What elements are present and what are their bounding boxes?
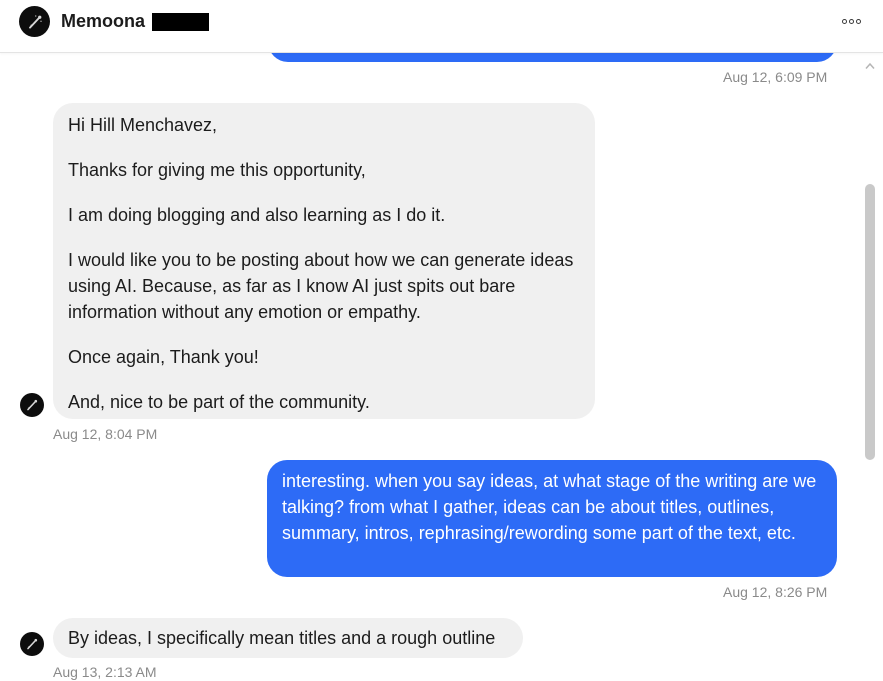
message-bubble-incoming[interactable]: Hi Hill Menchavez, Thanks for giving me … <box>53 103 595 419</box>
chat-window: Aug 12, 6:09 PM Hi Hill Menchavez, Thank… <box>0 0 883 681</box>
chevron-up-icon <box>865 62 875 69</box>
more-options-button[interactable] <box>838 11 864 31</box>
scrollbar-thumb[interactable] <box>865 184 875 460</box>
message-bubble-incoming[interactable]: By ideas, I specifically mean titles and… <box>53 618 523 658</box>
message-timestamp: Aug 12, 8:04 PM <box>53 426 158 442</box>
message-text: interesting. when you say ideas, at what… <box>282 471 817 543</box>
message-timestamp: Aug 13, 2:13 AM <box>53 664 157 680</box>
message-text: And, nice to be part of the community. <box>68 392 370 412</box>
contact-avatar[interactable] <box>20 393 44 417</box>
message-text: Thanks for giving me this opportunity, <box>68 160 366 180</box>
message-bubble-outgoing[interactable]: interesting. when you say ideas, at what… <box>267 460 837 577</box>
message-timestamp: Aug 12, 8:26 PM <box>723 584 828 600</box>
message-text: I am doing blogging and also learning as… <box>68 205 446 225</box>
contact-avatar[interactable] <box>19 6 50 37</box>
avatar-icon <box>27 638 38 650</box>
message-text: By ideas, I specifically mean titles and… <box>68 628 496 648</box>
message-text: Once again, Thank you! <box>68 347 259 367</box>
redaction-box <box>152 13 209 31</box>
contact-avatar[interactable] <box>20 632 44 656</box>
message-text: Hi Hill Menchavez, <box>68 115 218 135</box>
message-timestamp: Aug 12, 6:09 PM <box>723 69 828 85</box>
avatar-icon <box>27 399 38 411</box>
scroll-up-button[interactable] <box>865 62 875 70</box>
contact-name[interactable]: Memoona <box>61 11 145 32</box>
conversation-header: Memoona <box>0 0 883 53</box>
more-horizontal-icon <box>841 18 861 24</box>
avatar-icon <box>28 14 42 29</box>
message-text: I would like you to be posting about how… <box>68 250 574 322</box>
